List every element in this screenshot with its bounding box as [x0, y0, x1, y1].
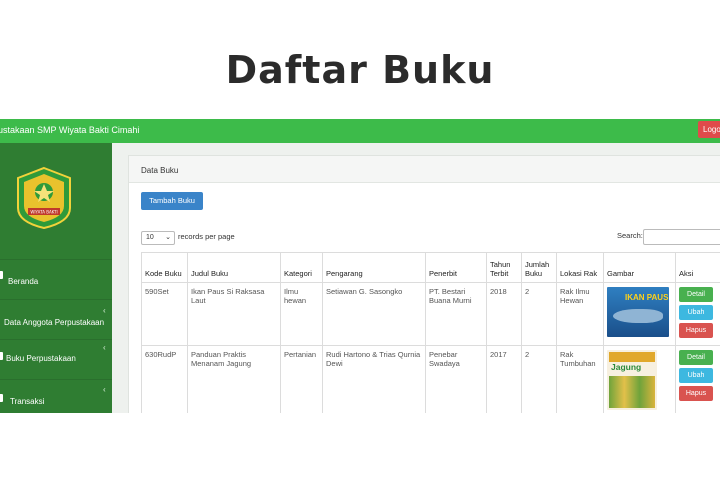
chevron-down-icon: ⌄: [165, 234, 171, 241]
sidebar-item-label: Buku Perpustakaan: [6, 354, 76, 363]
sidebar-item-transaksi[interactable]: Transaksi ‹: [0, 379, 112, 413]
sidebar-item-buku[interactable]: Buku Perpustakaan ‹: [0, 339, 112, 379]
table-row: 590Set Ikan Paus Si Raksasa Laut Ilmu he…: [141, 282, 720, 346]
panel-header: Data Buku: [129, 156, 720, 183]
sidebar-item-label: Transaksi: [10, 397, 45, 406]
sidebar-item-label: Beranda: [8, 277, 39, 286]
column-header[interactable]: Kode Buku: [141, 252, 188, 283]
edit-button[interactable]: Ubah: [679, 305, 713, 320]
column-header[interactable]: Penerbit: [425, 252, 487, 283]
school-logo: WIYATA BAKTI: [17, 166, 71, 230]
cell-pengarang: Setiawan G. Sasongko: [322, 282, 426, 346]
cell-tahun: 2017: [486, 345, 522, 413]
column-header[interactable]: Aksi: [675, 252, 720, 283]
app-title: ustakaan SMP Wiyata Bakti Cimahi: [0, 125, 140, 135]
cell-kode: 590Set: [141, 282, 188, 346]
cell-judul: Panduan Praktis Menanam Jagung: [187, 345, 281, 413]
data-panel: Data Buku Tambah Buku 10 ⌄ records per pag…: [128, 155, 720, 413]
cell-gambar: Jagung: [603, 345, 676, 413]
table-row: 630RudP Panduan Praktis Menanam Jagung P…: [141, 345, 720, 413]
cell-jumlah: 2: [521, 345, 557, 413]
sidebar-item-label: Data Anggota Perpustakaan: [4, 318, 105, 327]
search-control: Search:: [617, 229, 720, 245]
delete-button[interactable]: Hapus: [679, 386, 713, 401]
chevron-left-icon: ‹: [103, 343, 106, 352]
add-book-button[interactable]: Tambah Buku: [141, 192, 203, 210]
book-cover-image: IKAN PAUS: [607, 287, 669, 337]
page-length-control: 10 ⌄ records per page: [141, 231, 235, 245]
page-length-select[interactable]: 10 ⌄: [141, 231, 175, 245]
chevron-left-icon: ‹: [103, 385, 106, 394]
cell-kode: 630RudP: [141, 345, 188, 413]
book-cover-image: Jagung: [607, 350, 657, 410]
detail-button[interactable]: Detail: [679, 287, 713, 302]
top-navbar: ustakaan SMP Wiyata Bakti Cimahi Logo: [0, 119, 720, 143]
cell-lokasi: Rak Tumbuhan: [556, 345, 604, 413]
whale-illustration: [613, 309, 663, 323]
table-header-row: Kode Buku Judul Buku Kategori Pengarang …: [141, 252, 720, 283]
corn-illustration: [609, 376, 655, 408]
column-header[interactable]: Kategori: [280, 252, 323, 283]
chevron-left-icon: ‹: [103, 306, 106, 315]
column-header[interactable]: Tahun Terbit: [486, 252, 522, 283]
cover-title: IKAN PAUS: [625, 293, 669, 302]
search-input[interactable]: [643, 229, 720, 245]
cell-tahun: 2018: [486, 282, 522, 346]
transaction-icon: [0, 394, 3, 402]
books-table: Kode Buku Judul Buku Kategori Pengarang …: [141, 252, 720, 413]
cover-title: Jagung: [611, 362, 642, 372]
column-header[interactable]: Pengarang: [322, 252, 426, 283]
app-screenshot: ustakaan SMP Wiyata Bakti Cimahi Logo WI…: [0, 119, 720, 413]
page-length-label: records per page: [178, 232, 235, 241]
sidebar: WIYATA BAKTI Beranda Data Anggota Perpus…: [0, 143, 112, 413]
cell-aksi: Detail Ubah Hapus: [675, 345, 720, 413]
column-header[interactable]: Lokasi Rak: [556, 252, 604, 283]
cover-banner: [609, 352, 655, 362]
search-label: Search:: [617, 231, 643, 240]
logo-caption: WIYATA BAKTI: [30, 210, 57, 215]
cell-gambar: IKAN PAUS: [603, 282, 676, 346]
column-header[interactable]: Gambar: [603, 252, 676, 283]
cell-jumlah: 2: [521, 282, 557, 346]
book-icon: [0, 352, 3, 360]
cell-penerbit: PT. Bestari Buana Murni: [425, 282, 487, 346]
page-heading: Daftar Buku: [225, 48, 495, 92]
edit-button[interactable]: Ubah: [679, 368, 713, 383]
cell-penerbit: Penebar Swadaya: [425, 345, 487, 413]
cell-pengarang: Rudi Hartono & Trias Qurnia Dewi: [322, 345, 426, 413]
column-header[interactable]: Jumlah Buku: [521, 252, 557, 283]
cell-judul: Ikan Paus Si Raksasa Laut: [187, 282, 281, 346]
logout-button[interactable]: Logo: [698, 121, 720, 138]
delete-button[interactable]: Hapus: [679, 323, 713, 338]
cell-aksi: Detail Ubah Hapus: [675, 282, 720, 346]
cell-lokasi: Rak Ilmu Hewan: [556, 282, 604, 346]
cell-kategori: Pertanian: [280, 345, 323, 413]
column-header[interactable]: Judul Buku: [187, 252, 281, 283]
home-icon: [0, 271, 3, 279]
panel-title: Data Buku: [141, 166, 179, 175]
detail-button[interactable]: Detail: [679, 350, 713, 365]
sidebar-item-beranda[interactable]: Beranda: [0, 259, 112, 299]
sidebar-item-anggota[interactable]: Data Anggota Perpustakaan ‹: [0, 299, 112, 339]
main-content: Data Buku Tambah Buku 10 ⌄ records per pag…: [112, 143, 720, 413]
cell-kategori: Ilmu hewan: [280, 282, 323, 346]
